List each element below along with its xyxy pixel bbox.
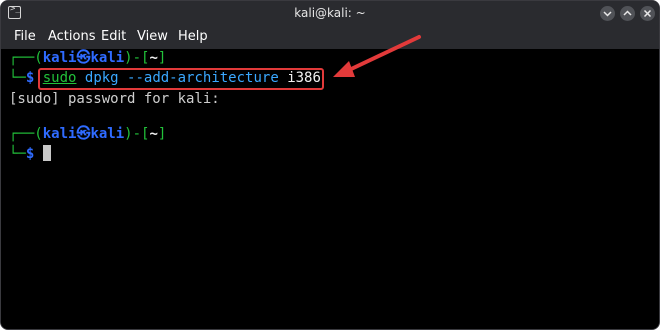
prompt-dollar: $ xyxy=(25,146,35,162)
title-bar[interactable]: >_ kali@kali: ~ xyxy=(1,1,659,27)
menu-edit[interactable]: Edit xyxy=(101,29,126,44)
annotation-highlight-box xyxy=(38,68,324,90)
sudo-password-prompt: [sudo] password for kali: xyxy=(9,91,220,107)
prompt-corner: ┌──( xyxy=(9,50,43,66)
prompt-corner: ┌──( xyxy=(9,126,43,142)
prompt-host: kali xyxy=(90,126,125,142)
menu-help[interactable]: Help xyxy=(178,29,208,44)
text-cursor xyxy=(43,145,51,161)
prompt-corner: └─ xyxy=(9,146,26,162)
close-button[interactable] xyxy=(640,6,655,21)
terminal-output[interactable]: ┌──(kali㉿kali)-[~] └─$ sudo dpkg --add-a… xyxy=(1,49,659,329)
menu-actions[interactable]: Actions xyxy=(48,29,96,44)
prompt-directory: ~ xyxy=(149,50,158,66)
prompt-user: kali xyxy=(42,126,77,142)
minimize-icon xyxy=(603,11,612,17)
prompt-line-1: ┌──(kali㉿kali)-[~] xyxy=(9,49,166,67)
menu-view[interactable]: View xyxy=(137,29,168,44)
prompt-host: kali xyxy=(90,50,125,66)
prompt-close-bracket: ] xyxy=(157,126,167,142)
prompt-separator: )-[ xyxy=(124,126,150,142)
menu-bar: File Actions Edit View Help xyxy=(1,27,659,49)
maximize-icon xyxy=(623,10,632,16)
minimize-button[interactable] xyxy=(600,6,615,21)
terminal-window: >_ kali@kali: ~ File Actions Edit View H… xyxy=(0,0,660,330)
prompt-directory: ~ xyxy=(149,126,158,142)
maximize-button[interactable] xyxy=(620,6,635,21)
prompt-user: kali xyxy=(42,50,77,66)
prompt-close-bracket: ] xyxy=(157,50,167,66)
prompt-corner: └─ xyxy=(9,70,26,86)
prompt-separator: )-[ xyxy=(124,50,150,66)
close-icon xyxy=(643,9,652,18)
current-prompt-line: └─$ xyxy=(9,145,34,163)
prompt-line-2: ┌──(kali㉿kali)-[~] xyxy=(9,125,166,143)
menu-file[interactable]: File xyxy=(14,29,36,44)
prompt-dollar: $ xyxy=(25,70,35,86)
window-title: kali@kali: ~ xyxy=(294,6,366,20)
prompt-at-symbol: ㉿ xyxy=(76,126,91,142)
prompt-at-symbol: ㉿ xyxy=(76,50,91,66)
